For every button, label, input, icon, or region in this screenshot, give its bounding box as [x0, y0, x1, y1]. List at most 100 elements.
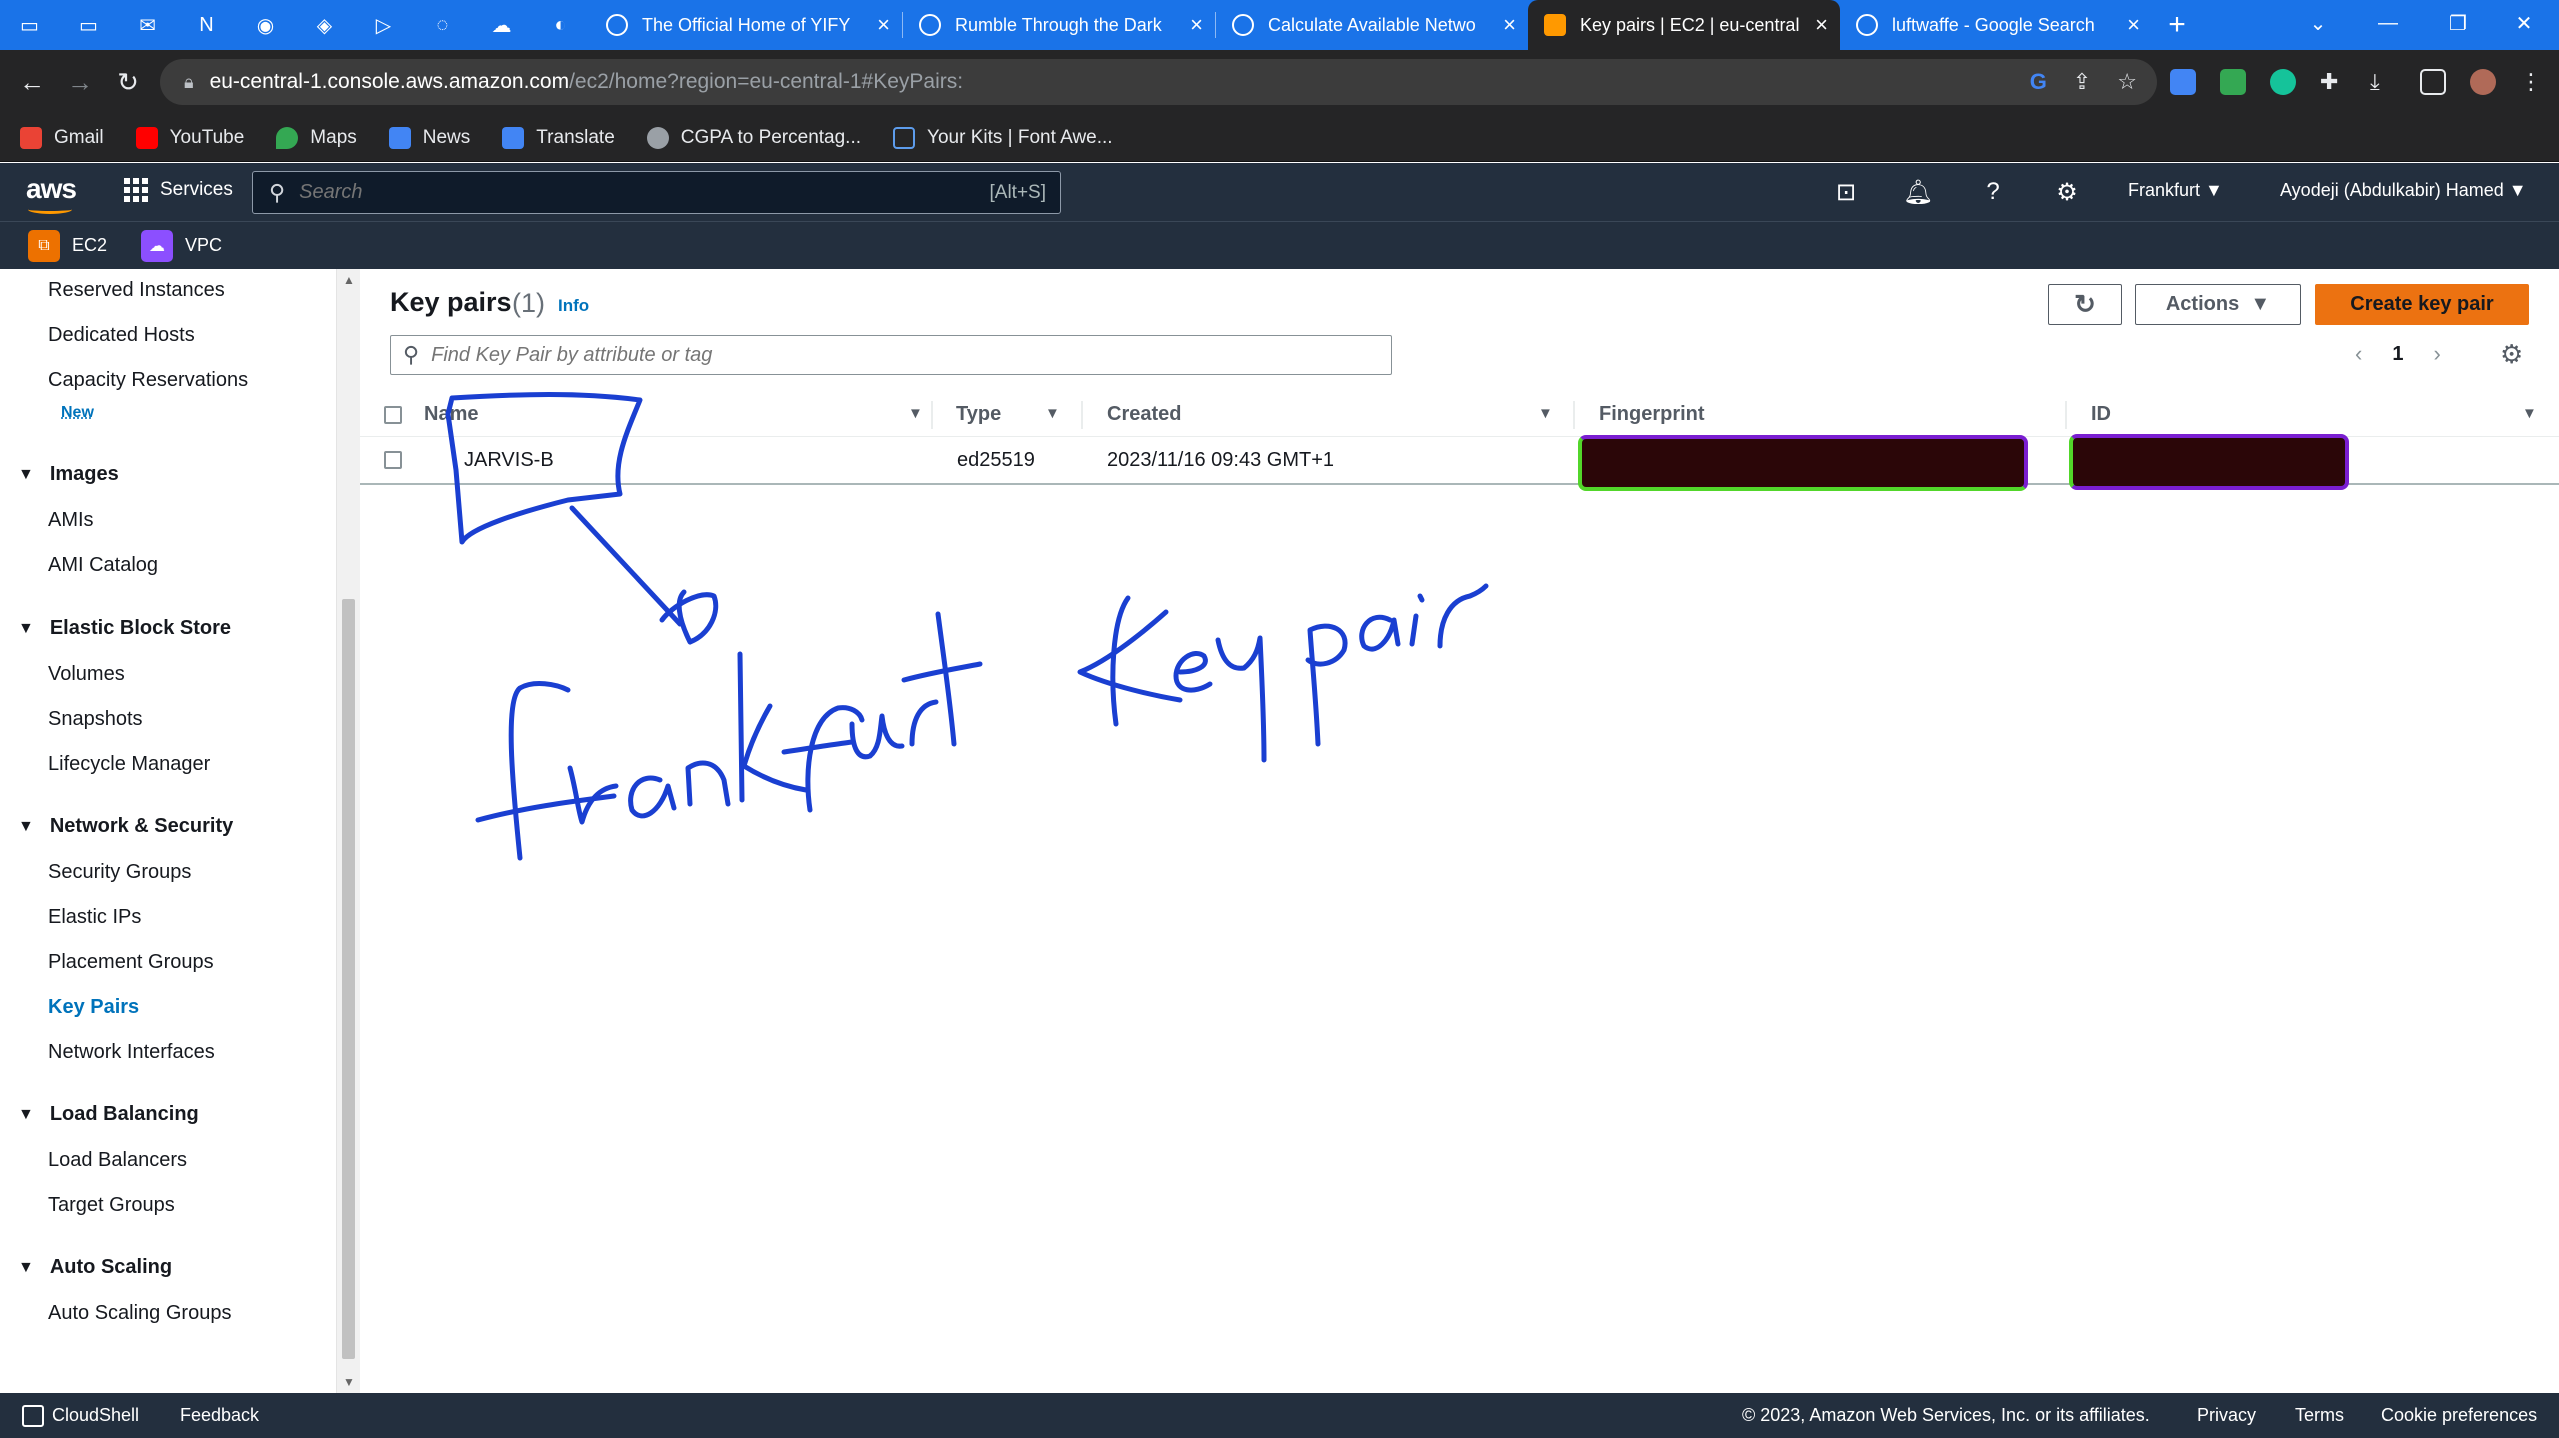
scroll-up-icon[interactable]: ▲: [343, 273, 355, 287]
aws-search-bar[interactable]: ⚲ [Alt+S]: [252, 171, 1061, 214]
restore-icon[interactable]: ❐: [2423, 0, 2493, 46]
sidebar-section-load-balancing[interactable]: ▼ Load Balancing: [18, 1103, 199, 1126]
sidebar-item-elastic-ips[interactable]: Elastic IPs: [48, 906, 141, 929]
account-menu[interactable]: Ayodeji (Abdulkabir) Hamed ▼: [2280, 180, 2527, 201]
column-divider[interactable]: [1081, 401, 1083, 429]
pinned-tab-app-icon[interactable]: ◉: [236, 0, 295, 50]
sidebar-section-network-security[interactable]: ▼ Network & Security: [18, 815, 233, 838]
sidebar-item-capacity-reservations[interactable]: Capacity Reservations: [48, 369, 248, 392]
forward-icon[interactable]: →: [56, 59, 104, 107]
pinned-tab-cloud-icon[interactable]: ☁: [472, 0, 531, 50]
pinned-tab-folder-icon[interactable]: ▭: [0, 0, 59, 50]
sidebar-item-placement-groups[interactable]: Placement Groups: [48, 951, 214, 974]
sort-icon[interactable]: ▼: [1045, 405, 1060, 422]
close-tab-icon[interactable]: ×: [1815, 12, 1828, 38]
pinned-tab-folder-icon[interactable]: ▭: [59, 0, 118, 50]
sidebar-section-auto-scaling[interactable]: ▼ Auto Scaling: [18, 1256, 172, 1279]
column-divider[interactable]: [1573, 401, 1575, 429]
browser-tab[interactable]: luftwaffe - Google Search ×: [1840, 0, 2152, 50]
pinned-tab-notion-icon[interactable]: N: [177, 0, 236, 50]
column-header-fingerprint[interactable]: Fingerprint: [1599, 403, 1705, 426]
extension-icon[interactable]: [2220, 69, 2246, 95]
bookmark-translate[interactable]: Translate: [502, 127, 615, 149]
table-preferences-gear-icon[interactable]: ⚙: [2500, 339, 2523, 370]
side-panel-icon[interactable]: [2420, 69, 2446, 95]
table-row[interactable]: JARVIS-B ed25519 2023/11/16 09:43 GMT+1: [360, 434, 2559, 491]
notifications-bell-icon[interactable]: 🔔︎: [1903, 177, 1933, 207]
aws-search-input[interactable]: [299, 181, 940, 204]
ec2-shortcut[interactable]: ⧉ EC2: [28, 229, 107, 262]
sidebar-section-images[interactable]: ▼ Images: [18, 463, 119, 486]
puzzle-extensions-icon[interactable]: ✚: [2320, 69, 2346, 95]
google-lens-icon[interactable]: G: [2030, 69, 2047, 95]
column-header-type[interactable]: Type: [956, 403, 1001, 426]
cloudshell-icon[interactable]: ⊡: [1831, 177, 1861, 207]
aws-logo[interactable]: aws: [26, 173, 77, 214]
info-link[interactable]: Info: [558, 296, 589, 316]
bookmark-star-icon[interactable]: ☆: [2117, 69, 2137, 95]
next-page-icon[interactable]: ›: [2433, 341, 2440, 367]
close-tab-icon[interactable]: ×: [1503, 12, 1516, 38]
download-icon[interactable]: ⤓: [2370, 69, 2396, 95]
pinned-tab-app-icon[interactable]: ▷: [354, 0, 413, 50]
browser-tab[interactable]: The Official Home of YIFY ×: [590, 0, 902, 50]
lock-icon[interactable]: 🔒︎: [184, 72, 194, 93]
cloudshell-link[interactable]: CloudShell: [22, 1405, 139, 1428]
bookmark-gmail[interactable]: Gmail: [20, 127, 104, 149]
select-all-checkbox[interactable]: [384, 406, 402, 424]
previous-page-icon[interactable]: ‹: [2355, 341, 2362, 367]
sidebar-item-dedicated-hosts[interactable]: Dedicated Hosts: [48, 324, 195, 347]
terms-link[interactable]: Terms: [2295, 1405, 2344, 1426]
scrollbar-thumb[interactable]: [342, 599, 355, 1359]
pinned-tab-app-icon[interactable]: ◐: [531, 0, 590, 50]
bookmark-youtube[interactable]: YouTube: [135, 127, 244, 149]
sidebar-scrollbar[interactable]: ▲ ▼: [336, 269, 360, 1393]
sidebar-item-ami-catalog[interactable]: AMI Catalog: [48, 554, 158, 577]
browser-tab[interactable]: Rumble Through the Dark ×: [903, 0, 1215, 50]
close-tab-icon[interactable]: ×: [1190, 12, 1203, 38]
sidebar-section-elastic-block-store[interactable]: ▼ Elastic Block Store: [18, 617, 231, 640]
share-icon[interactable]: ⇪: [2073, 69, 2091, 95]
sort-icon[interactable]: ▼: [2522, 405, 2537, 422]
sidebar-item-lifecycle-manager[interactable]: Lifecycle Manager: [48, 753, 210, 776]
sidebar-item-security-groups[interactable]: Security Groups: [48, 861, 191, 884]
column-header-created[interactable]: Created: [1107, 403, 1181, 426]
sidebar-item-volumes[interactable]: Volumes: [48, 663, 125, 686]
privacy-link[interactable]: Privacy: [2197, 1405, 2256, 1426]
back-icon[interactable]: ←: [8, 59, 56, 107]
browser-tab[interactable]: Calculate Available Netwo ×: [1216, 0, 1528, 50]
bookmark-font-awesome[interactable]: Your Kits | Font Awe...: [893, 127, 1113, 149]
sort-icon[interactable]: ▼: [908, 405, 923, 422]
address-bar[interactable]: 🔒︎ eu-central-1.console.aws.amazon.com /…: [160, 59, 2157, 105]
settings-gear-icon[interactable]: ⚙: [2052, 177, 2082, 207]
sidebar-item-auto-scaling-groups[interactable]: Auto Scaling Groups: [48, 1302, 231, 1325]
row-checkbox[interactable]: [384, 451, 402, 469]
sidebar-item-target-groups[interactable]: Target Groups: [48, 1194, 175, 1217]
translate-extension-icon[interactable]: [2170, 69, 2196, 95]
feedback-link[interactable]: Feedback: [180, 1405, 259, 1426]
help-icon[interactable]: ?: [1978, 177, 2008, 207]
sidebar-item-amis[interactable]: AMIs: [48, 509, 94, 532]
sort-icon[interactable]: ▼: [1538, 405, 1553, 422]
minimize-icon[interactable]: —: [2353, 0, 2423, 46]
column-divider[interactable]: [931, 401, 933, 429]
bookmark-cgpa[interactable]: CGPA to Percentag...: [646, 127, 861, 149]
close-tab-icon[interactable]: ×: [2127, 12, 2140, 38]
bookmark-news[interactable]: News: [388, 127, 470, 149]
filter-bar[interactable]: ⚲: [390, 335, 1392, 375]
sidebar-item-load-balancers[interactable]: Load Balancers: [48, 1149, 187, 1172]
sidebar-item-network-interfaces[interactable]: Network Interfaces: [48, 1041, 215, 1064]
sidebar-item-reserved-instances[interactable]: Reserved Instances: [48, 279, 225, 302]
sidebar-item-key-pairs[interactable]: Key Pairs: [48, 996, 139, 1019]
services-menu-button[interactable]: Services: [124, 178, 233, 202]
browser-menu-icon[interactable]: ⋮: [2520, 69, 2546, 95]
scroll-down-icon[interactable]: ▼: [343, 1375, 355, 1389]
bookmark-maps[interactable]: Maps: [276, 127, 357, 149]
filter-input[interactable]: [431, 343, 1332, 367]
new-tab-button[interactable]: +: [2152, 0, 2202, 50]
vpc-shortcut[interactable]: ☁ VPC: [141, 229, 222, 262]
column-header-name[interactable]: Name: [424, 403, 478, 426]
profile-avatar[interactable]: [2470, 69, 2496, 95]
close-window-icon[interactable]: ✕: [2489, 0, 2559, 46]
cookie-preferences-link[interactable]: Cookie preferences: [2381, 1405, 2537, 1426]
